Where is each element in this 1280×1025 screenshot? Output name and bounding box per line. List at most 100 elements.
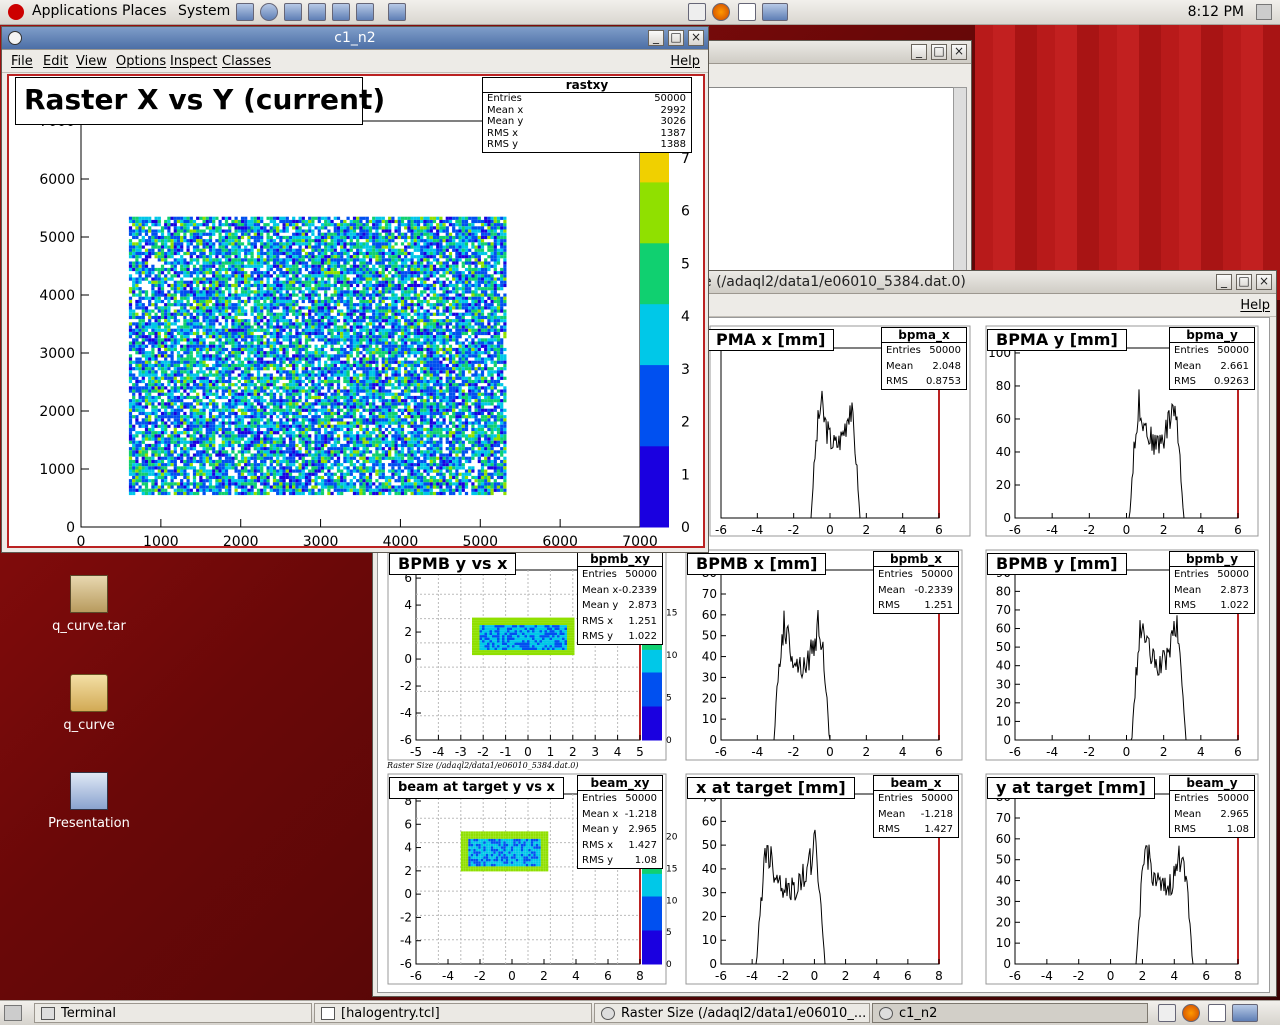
density-cell <box>164 258 167 261</box>
stats-box[interactable]: bpmb_yEntries50000Mean2.873RMS1.022 <box>1169 551 1255 614</box>
stats-box[interactable]: bpma_xEntries50000Mean2.048RMS0.8753 <box>881 327 967 390</box>
distro-logo-icon[interactable] <box>8 4 24 20</box>
editor-launcher-icon[interactable] <box>308 3 326 21</box>
density-cell <box>139 268 142 271</box>
stats-box[interactable]: beam_xyEntries50000Mean x-1.218Mean y2.9… <box>577 775 663 869</box>
minimize-button[interactable]: _ <box>1216 274 1232 290</box>
applications-menu[interactable]: Applications <box>32 3 118 19</box>
file-menu[interactable]: File <box>11 54 33 69</box>
density-cell <box>212 418 215 421</box>
density-cell <box>212 303 215 306</box>
c1-window-titlebar[interactable]: c1_n2 _ □ × <box>2 27 708 50</box>
density-cell <box>241 364 244 367</box>
density-cell <box>145 310 148 313</box>
help-menu[interactable]: Help <box>670 54 700 69</box>
density-cell <box>461 864 464 867</box>
density-cell <box>537 623 540 626</box>
c1-n2-window[interactable]: c1_n2 _ □ × File Edit View Options Inspe… <box>1 26 709 553</box>
density-cell <box>129 482 132 485</box>
desktop-icon-q-curve-tar[interactable]: q_curve.tar <box>34 575 144 634</box>
mail-launcher-icon[interactable] <box>284 3 302 21</box>
close-button[interactable]: × <box>688 30 704 46</box>
maximize-button[interactable]: □ <box>931 44 947 60</box>
stats-box[interactable]: bpma_yEntries50000Mean2.661RMS0.9263 <box>1169 327 1255 390</box>
density-cell <box>132 281 135 284</box>
density-cell <box>212 364 215 367</box>
density-cell <box>225 329 228 332</box>
density-cell <box>497 645 500 648</box>
density-cell <box>209 457 212 460</box>
density-cell <box>231 351 234 354</box>
density-cell <box>212 271 215 274</box>
maximize-button[interactable]: □ <box>668 30 684 46</box>
presentation-launcher-icon[interactable] <box>332 3 350 21</box>
canvas-caption: Raster Size (/adaql2/data1/e06010_5384.d… <box>387 761 578 770</box>
density-cell <box>228 393 231 396</box>
clock[interactable]: 8:12 PM <box>1188 4 1244 20</box>
show-desktop-icon[interactable] <box>688 3 706 21</box>
evolution-icon[interactable] <box>738 3 756 21</box>
density-cell <box>531 839 534 842</box>
density-cell <box>151 326 154 329</box>
stats-box[interactable]: beam_xEntries50000Mean-1.218RMS1.427 <box>873 775 959 838</box>
density-cell <box>174 402 177 405</box>
density-cell <box>533 839 536 842</box>
system-menu[interactable]: System <box>178 3 230 19</box>
density-cell <box>517 625 520 628</box>
density-cell <box>196 310 199 313</box>
vertical-scrollbar[interactable] <box>953 87 967 280</box>
firefox-icon[interactable] <box>712 3 730 21</box>
density-cell <box>475 618 478 621</box>
density-cell <box>203 434 206 437</box>
density-cell <box>238 460 241 463</box>
workspace-switcher-icon[interactable] <box>762 3 788 21</box>
options-menu[interactable]: Options <box>116 54 166 69</box>
classes-menu[interactable]: Classes <box>222 54 271 69</box>
terminal-launcher-icon[interactable] <box>236 3 254 21</box>
drawing-launcher-icon[interactable] <box>356 3 374 21</box>
density-cell <box>190 380 193 383</box>
density-cell <box>183 226 186 229</box>
density-cell <box>263 486 266 489</box>
edit-menu[interactable]: Edit <box>43 54 68 69</box>
close-button[interactable]: × <box>1256 274 1272 290</box>
desktop-icon-q-curve[interactable]: q_curve <box>34 674 144 733</box>
density-cell <box>209 297 212 300</box>
density-cell <box>196 342 199 345</box>
browser-launcher-icon[interactable] <box>260 3 278 21</box>
background-window-titlebar[interactable]: _ □ × <box>701 41 971 64</box>
density-cell <box>231 367 234 370</box>
minimize-button[interactable]: _ <box>911 44 927 60</box>
maximize-button[interactable]: □ <box>1236 274 1252 290</box>
density-cell <box>215 294 218 297</box>
density-cell <box>543 861 546 864</box>
places-menu[interactable]: Places <box>122 3 167 19</box>
close-button[interactable]: × <box>951 44 967 60</box>
text-area[interactable] <box>701 87 955 280</box>
density-cell <box>477 625 480 628</box>
pad-title: beam at target y vs x <box>389 777 564 799</box>
help-menu[interactable]: Help <box>1240 298 1270 313</box>
density-cell <box>527 645 530 648</box>
stats-box[interactable]: bpmb_xyEntries50000Mean x-0.2339Mean y2.… <box>577 551 663 645</box>
density-cell <box>167 406 170 409</box>
background-window[interactable]: _ □ × <box>700 40 972 280</box>
stats-box[interactable]: bpmb_xEntries50000Mean-0.2339RMS1.251 <box>873 551 959 614</box>
density-cell <box>257 226 260 229</box>
density-cell <box>139 278 142 281</box>
stats-box[interactable]: beam_yEntries50000Mean2.965RMS1.08 <box>1169 775 1255 838</box>
inspect-menu[interactable]: Inspect <box>170 54 217 69</box>
density-cell <box>502 653 505 656</box>
density-cell <box>552 630 555 633</box>
density-cell <box>260 383 263 386</box>
notes-launcher-icon[interactable] <box>388 3 406 21</box>
desktop-icon-presentation[interactable]: Presentation <box>34 772 144 831</box>
density-cell <box>180 345 183 348</box>
density-cell <box>174 377 177 380</box>
view-menu[interactable]: View <box>76 54 107 69</box>
density-cell <box>151 281 154 284</box>
density-cell <box>180 278 183 281</box>
minimize-button[interactable]: _ <box>648 30 664 46</box>
density-cell <box>231 364 234 367</box>
density-cell <box>196 393 199 396</box>
